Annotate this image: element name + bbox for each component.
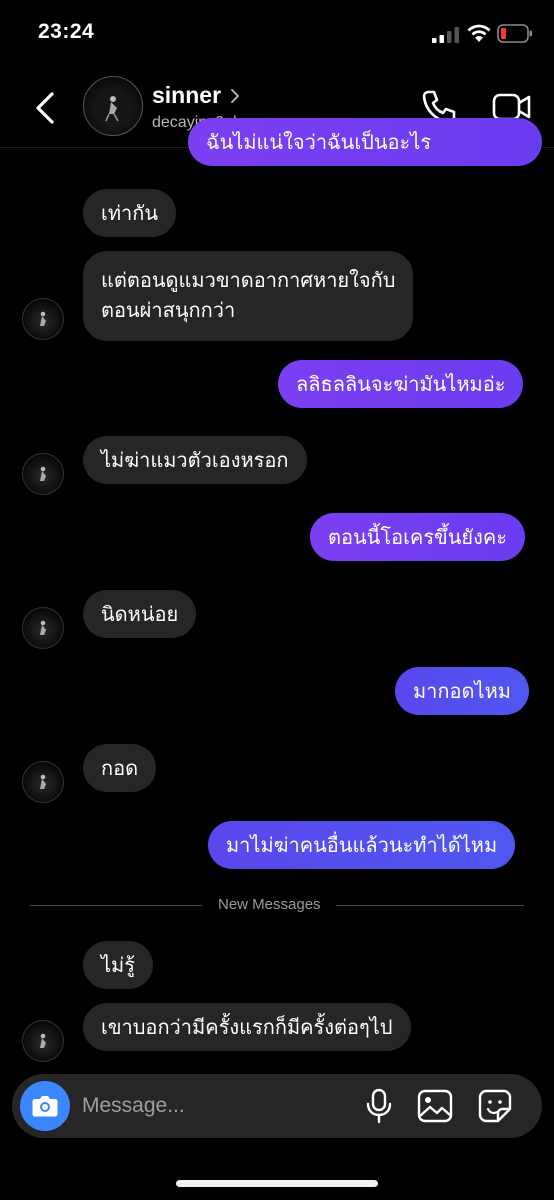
sender-avatar[interactable] xyxy=(22,298,64,340)
cellular-signal-icon xyxy=(432,27,459,43)
contact-name[interactable]: sinner xyxy=(152,82,221,109)
camera-button[interactable] xyxy=(20,1081,70,1131)
sender-avatar[interactable] xyxy=(22,761,64,803)
camera-icon xyxy=(32,1096,58,1117)
message-composer xyxy=(12,1074,542,1138)
outgoing-message: ลลิธลลินจะฆ่ามันไหมอ่ะ xyxy=(278,360,524,408)
contact-avatar[interactable] xyxy=(83,76,143,136)
avatar-figure-icon xyxy=(96,87,132,127)
sender-avatar[interactable] xyxy=(22,1020,64,1062)
message-input[interactable] xyxy=(82,1088,352,1124)
sender-avatar[interactable] xyxy=(22,607,64,649)
contact-name-row[interactable]: sinner xyxy=(152,82,241,109)
incoming-message: เท่ากัน xyxy=(83,189,177,237)
outgoing-message: มาไม่ฆ่าคนอื่นแล้วนะทำได้ไหม xyxy=(208,821,516,869)
outgoing-message: ฉันไม่แน่ใจว่าฉันเป็นอะไร xyxy=(188,118,542,166)
chevron-right-icon xyxy=(231,88,240,103)
wifi-icon xyxy=(467,24,491,42)
incoming-message: เขาบอกว่ามีครั้งแรกก็มีครั้งต่อๆไป xyxy=(83,1003,411,1051)
incoming-message: ไม่รู้ xyxy=(83,941,153,989)
avatar-figure-icon xyxy=(40,1033,46,1048)
incoming-message: กอด xyxy=(83,744,157,792)
status-bar: 23:24 xyxy=(0,0,554,68)
message-line: ตอนผ่าสนุกกว่า xyxy=(101,298,236,322)
gallery-icon[interactable] xyxy=(417,1089,453,1123)
message-line: แต่ตอนดูแมวขาดอากาศหายใจกับ xyxy=(101,268,396,292)
outgoing-message: มากอดไหม xyxy=(395,667,529,715)
home-indicator[interactable] xyxy=(176,1180,378,1187)
avatar-figure-icon xyxy=(40,311,46,326)
incoming-message: แต่ตอนดูแมวขาดอากาศหายใจกับ ตอนผ่าสนุกกว… xyxy=(83,251,414,341)
incoming-message: นิดหน่อย xyxy=(83,590,197,638)
divider-line xyxy=(336,905,524,906)
battery-icon xyxy=(497,24,532,43)
avatar-figure-icon xyxy=(40,466,46,481)
sticker-icon[interactable] xyxy=(478,1089,512,1123)
back-arrow-icon[interactable] xyxy=(28,88,64,128)
avatar-figure-icon xyxy=(40,774,46,789)
new-messages-divider: New Messages xyxy=(30,896,524,916)
new-messages-label: New Messages xyxy=(218,896,321,913)
outgoing-message: ตอนนี้โอเครขึ้นยังคะ xyxy=(310,513,526,561)
microphone-icon[interactable] xyxy=(364,1088,394,1124)
divider-line xyxy=(30,905,202,906)
sender-avatar[interactable] xyxy=(22,453,64,495)
incoming-message: ไม่ฆ่าแมวตัวเองหรอก xyxy=(83,436,307,484)
avatar-figure-icon xyxy=(40,620,46,635)
status-time: 23:24 xyxy=(38,20,95,43)
